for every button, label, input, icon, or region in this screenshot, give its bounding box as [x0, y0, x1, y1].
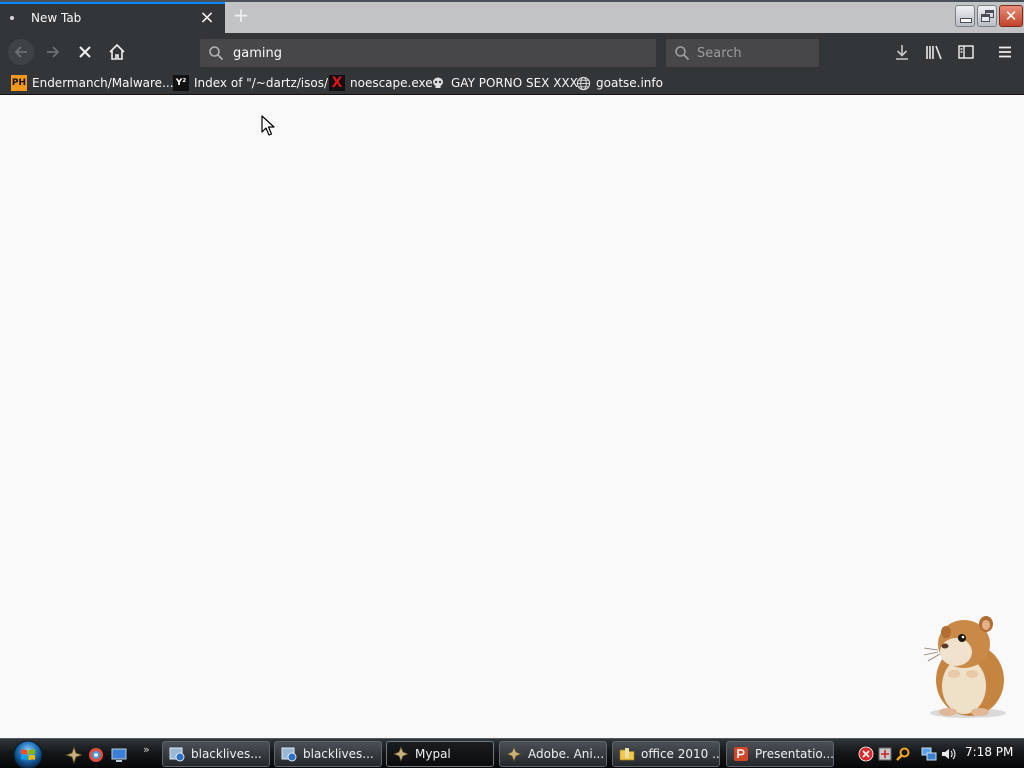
- new-tab-button[interactable]: +: [230, 5, 252, 27]
- window-close-button[interactable]: ✕: [999, 5, 1023, 27]
- sidebar-button[interactable]: [954, 40, 978, 64]
- tab-loading-icon: [10, 16, 14, 20]
- navigation-toolbar: gaming Search: [0, 33, 1024, 71]
- bookmarks-toolbar: PH Endermanch/Malware... Y² Index of "/~…: [0, 71, 1024, 95]
- quick-launch-browser-icon[interactable]: [87, 746, 105, 764]
- skull-favicon-icon: [430, 75, 446, 91]
- bookmark-label: Endermanch/Malware...: [32, 76, 174, 90]
- minimize-button[interactable]: [955, 5, 975, 27]
- network-icon[interactable]: [921, 746, 937, 762]
- taskbar-button-label: blacklives...: [191, 747, 262, 761]
- yp-favicon-icon: Y²: [173, 75, 189, 91]
- menu-button[interactable]: [993, 40, 1017, 64]
- taskbar-button-label: office 2010 ...: [641, 747, 720, 761]
- bookmark-item[interactable]: goatse.info: [575, 75, 663, 91]
- powerpoint-app-icon: [734, 747, 748, 761]
- volume-icon[interactable]: [940, 746, 956, 762]
- search-icon: [209, 46, 224, 61]
- magnifier-tray-icon[interactable]: [895, 746, 911, 762]
- tab-close-button[interactable]: ×: [197, 7, 217, 29]
- taskbar-button-label: Mypal: [415, 747, 451, 761]
- taskbar-button-label: Adobe. Ani...: [528, 747, 605, 761]
- bookmark-item[interactable]: PH Endermanch/Malware...: [11, 75, 174, 91]
- bookmark-label: Index of "/~dartz/isos/": [194, 76, 334, 90]
- forward-arrow-icon: [47, 46, 60, 58]
- quick-launch-app-icon[interactable]: [64, 746, 82, 764]
- taskbar-button[interactable]: blacklives...: [274, 741, 382, 767]
- tab-title: New Tab: [31, 11, 82, 25]
- search-bar-placeholder: Search: [697, 46, 742, 61]
- stop-icon: [79, 46, 91, 58]
- bookmark-item[interactable]: X noescape.exe: [329, 75, 433, 91]
- taskbar-button-label: blacklives...: [303, 747, 374, 761]
- folder-icon: [619, 748, 635, 761]
- taskbar-button[interactable]: Presentatio...: [726, 741, 834, 767]
- hamster-desktop-pet: [923, 616, 1006, 718]
- quick-launch-more-chevron[interactable]: »: [143, 743, 150, 756]
- home-button[interactable]: [105, 40, 129, 64]
- window-app-icon: [169, 747, 185, 762]
- taskbar-button-label: Presentatio...: [755, 747, 834, 761]
- bookmark-item[interactable]: GAY PORNO SEX XXX: [430, 75, 578, 91]
- quick-launch-desktop-icon[interactable]: [110, 746, 128, 764]
- sidebar-icon: [958, 45, 974, 59]
- globe-icon: [575, 75, 591, 91]
- adobe-animate-app-icon: [506, 746, 522, 762]
- forward-button[interactable]: [41, 40, 65, 64]
- download-icon: [896, 45, 908, 60]
- stop-button[interactable]: [73, 40, 97, 64]
- library-button[interactable]: [922, 40, 946, 64]
- taskbar-button-active[interactable]: Mypal: [386, 741, 494, 767]
- restore-button[interactable]: [977, 5, 997, 27]
- bookmark-item[interactable]: Y² Index of "/~dartz/isos/": [173, 75, 334, 91]
- bookmark-label: GAY PORNO SEX XXX: [451, 76, 578, 90]
- x-favicon-icon: X: [329, 75, 345, 91]
- error-shield-icon[interactable]: [858, 746, 874, 762]
- ph-favicon-icon: PH: [11, 75, 27, 91]
- page-content[interactable]: [0, 96, 1024, 738]
- taskbar-clock[interactable]: 7:18 PM: [965, 745, 1013, 759]
- search-bar[interactable]: Search: [666, 39, 819, 67]
- back-button[interactable]: [8, 39, 34, 65]
- search-icon: [675, 46, 690, 61]
- security-tray-icon[interactable]: [877, 746, 893, 762]
- tab-new-tab[interactable]: New Tab ×: [0, 2, 225, 33]
- hamburger-menu-icon: [999, 46, 1011, 58]
- window-app-icon: [281, 747, 297, 762]
- bookmark-label: goatse.info: [596, 76, 663, 90]
- downloads-button[interactable]: [890, 40, 914, 64]
- bookmark-label: noescape.exe: [350, 76, 433, 90]
- home-icon: [109, 43, 125, 60]
- start-orb-icon[interactable]: [10, 739, 46, 768]
- library-icon: [926, 45, 942, 60]
- tab-strip: New Tab × + ✕: [0, 0, 1024, 33]
- url-bar-value: gaming: [233, 46, 282, 61]
- taskbar: » blacklives... blacklives... Mypal Adob…: [0, 738, 1024, 768]
- taskbar-button[interactable]: Adobe. Ani...: [499, 741, 607, 767]
- mouse-cursor-icon: [261, 115, 275, 136]
- mypal-app-icon: [393, 746, 409, 762]
- back-arrow-icon: [14, 46, 27, 58]
- taskbar-button[interactable]: office 2010 ...: [612, 741, 720, 767]
- toolbar-divider: [0, 94, 1024, 95]
- taskbar-button[interactable]: blacklives...: [162, 741, 270, 767]
- url-bar[interactable]: gaming: [200, 39, 656, 67]
